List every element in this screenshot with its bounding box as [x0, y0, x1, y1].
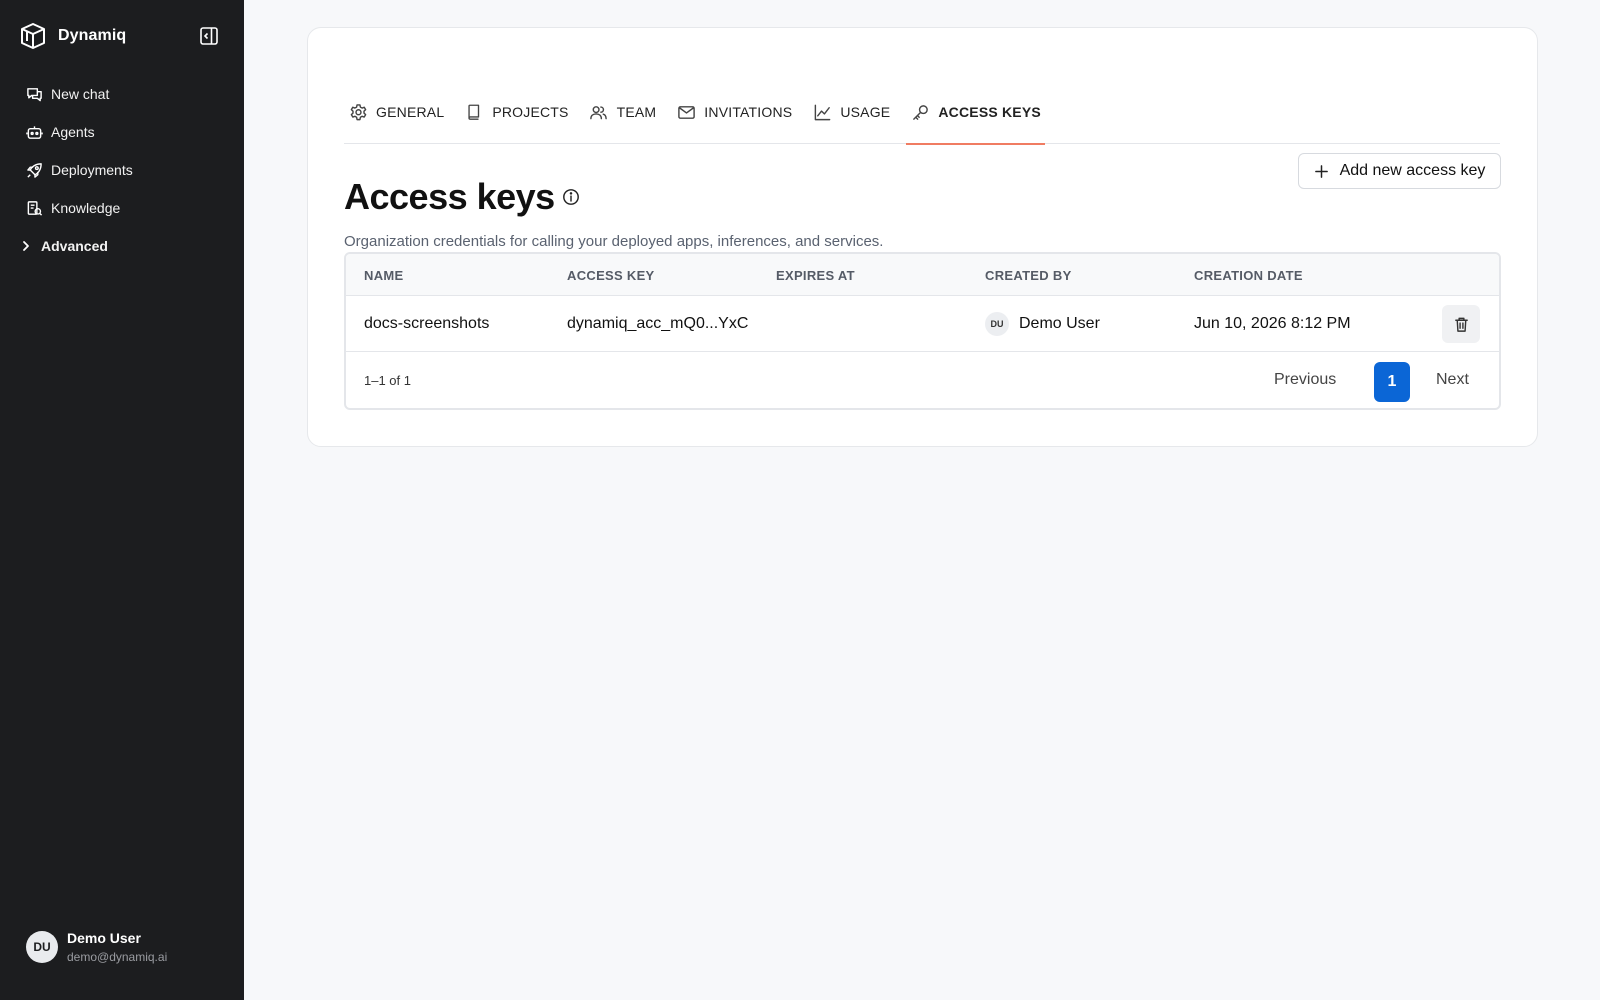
key-icon — [910, 102, 930, 122]
row-count: 1–1 of 1 — [364, 372, 411, 388]
sidebar-item-label: Advanced — [41, 238, 108, 254]
table-row: docs-screenshots dynamiq_acc_mQ0...YxC D… — [346, 296, 1499, 352]
chart-icon — [812, 102, 832, 122]
sidebar: Dynamiq New chat Agents Deployments Know… — [0, 0, 244, 1000]
tab-invitations[interactable]: INVITATIONS — [672, 80, 796, 144]
sidebar-item-label: New chat — [51, 86, 110, 102]
app-name: Dynamiq — [58, 27, 127, 44]
tab-label: TEAM — [616, 104, 657, 120]
tab-label: INVITATIONS — [704, 104, 793, 120]
created-by-name: Demo User — [1019, 315, 1100, 332]
sidebar-item-label: Knowledge — [51, 200, 121, 216]
sidebar-item-label: Agents — [51, 124, 95, 140]
column-header-access-key: ACCESS KEY — [567, 267, 655, 283]
trash-icon — [1453, 316, 1470, 333]
user-email: demo@dynamiq.ai — [67, 950, 168, 964]
chat-icon — [25, 85, 43, 103]
info-icon[interactable] — [561, 187, 581, 207]
pagination-page-button[interactable]: 1 — [1374, 362, 1410, 402]
users-icon — [589, 102, 609, 122]
rocket-icon — [25, 161, 43, 179]
sidebar-item-advanced[interactable]: Advanced — [16, 228, 228, 264]
cell-creation-date: Jun 10, 2026 8:12 PM — [1194, 315, 1351, 332]
tab-label: ACCESS KEYS — [938, 104, 1041, 120]
user-info: Demo User demo@dynamiq.ai — [67, 930, 167, 964]
add-access-key-label: Add new access key — [1339, 162, 1486, 179]
book-icon — [464, 102, 484, 122]
sidebar-item-knowledge[interactable]: Knowledge — [16, 190, 228, 226]
sidebar-collapse-icon[interactable] — [198, 25, 220, 47]
brand[interactable]: Dynamiq — [18, 18, 126, 54]
tab-label: GENERAL — [376, 104, 445, 120]
sidebar-item-label: Deployments — [51, 162, 133, 178]
gear-icon — [348, 102, 368, 122]
avatar: DU — [26, 931, 58, 963]
sidebar-item-new-chat[interactable]: New chat — [16, 76, 228, 112]
dynamiq-logo-icon — [18, 21, 48, 51]
settings-card: GENERAL PROJECTS TEAM INVITATIONS USAGE … — [307, 27, 1538, 447]
sidebar-item-deployments[interactable]: Deployments — [16, 152, 228, 188]
tab-general[interactable]: GENERAL — [344, 80, 448, 144]
column-header-expires-at: EXPIRES AT — [776, 267, 855, 283]
table-footer: 1–1 of 1 Previous 1 Next — [346, 352, 1499, 408]
chevron-right-icon — [19, 237, 33, 255]
cell-name: docs-screenshots — [364, 315, 490, 332]
settings-tabs: GENERAL PROJECTS TEAM INVITATIONS USAGE … — [344, 80, 1500, 145]
column-header-name: NAME — [364, 267, 404, 283]
mail-icon — [676, 102, 696, 122]
tab-label: USAGE — [840, 104, 891, 120]
bot-icon — [25, 123, 43, 141]
knowledge-icon — [25, 199, 43, 217]
tab-projects[interactable]: PROJECTS — [460, 80, 572, 144]
avatar: DU — [985, 312, 1009, 336]
sidebar-nav: New chat Agents Deployments Knowledge Ad… — [16, 76, 228, 266]
user-profile[interactable]: DU Demo User demo@dynamiq.ai — [26, 930, 167, 964]
column-header-creation-date: CREATION DATE — [1194, 267, 1303, 283]
column-header-created-by: CREATED BY — [985, 267, 1072, 283]
tab-usage[interactable]: USAGE — [808, 80, 894, 144]
user-name: Demo User — [67, 930, 141, 946]
tab-label: PROJECTS — [492, 104, 569, 120]
tab-access-keys[interactable]: ACCESS KEYS — [906, 80, 1045, 145]
table-header: NAME ACCESS KEY EXPIRES AT CREATED BY CR… — [346, 254, 1499, 296]
cell-access-key: dynamiq_acc_mQ0...YxC — [567, 315, 749, 332]
access-keys-table: NAME ACCESS KEY EXPIRES AT CREATED BY CR… — [344, 252, 1501, 410]
tab-team[interactable]: TEAM — [585, 80, 661, 144]
page-title: Access keys — [344, 176, 555, 217]
page-subtitle: Organization credentials for calling you… — [344, 233, 884, 250]
delete-access-key-button[interactable] — [1442, 305, 1480, 343]
page-title-row: Access keys — [344, 176, 581, 218]
pagination-previous-button[interactable]: Previous — [1274, 362, 1336, 398]
pagination-next-button[interactable]: Next — [1436, 362, 1469, 398]
plus-icon — [1314, 163, 1330, 179]
add-access-key-button[interactable]: Add new access key — [1298, 153, 1501, 189]
cell-created-by: DU Demo User — [985, 296, 1100, 352]
sidebar-item-agents[interactable]: Agents — [16, 114, 228, 150]
